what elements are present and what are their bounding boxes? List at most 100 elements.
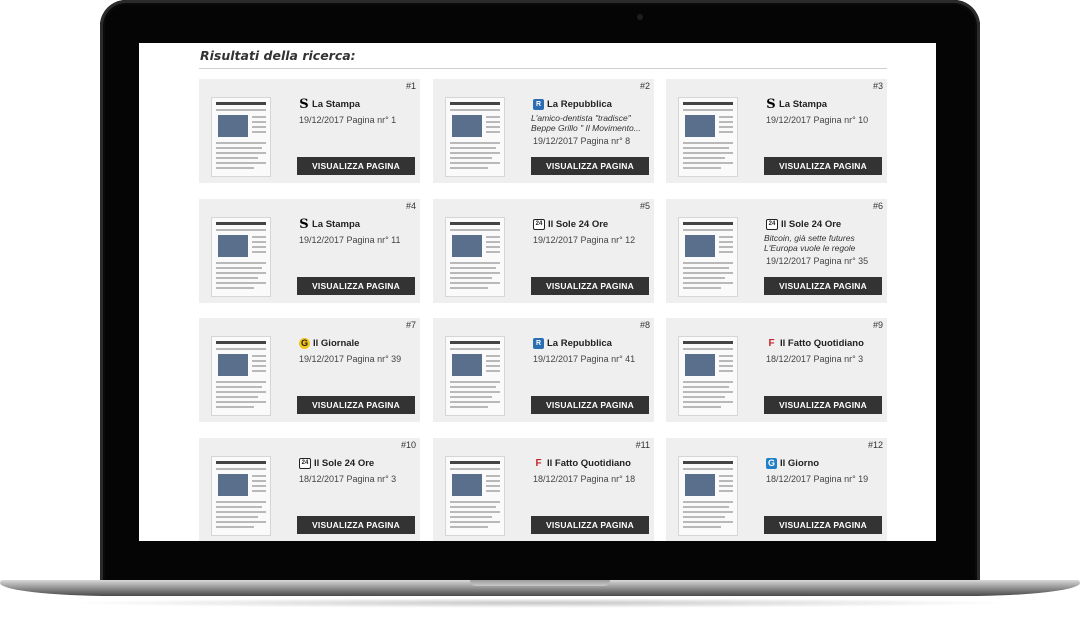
page-thumbnail[interactable] <box>211 97 271 177</box>
publication-name[interactable]: R La Repubblica <box>533 99 612 110</box>
page-thumbnail[interactable] <box>211 217 271 297</box>
result-number: #4 <box>405 201 416 211</box>
page-date: 18/12/2017 Pagina nr° 18 <box>533 474 636 484</box>
view-page-button[interactable]: VISUALIZZA PAGINA <box>297 396 415 414</box>
fatto-logo-icon: F <box>535 458 542 469</box>
repubblica-logo-icon: R <box>533 338 544 349</box>
page-thumbnail[interactable] <box>678 456 738 536</box>
giornale-logo-icon: G <box>299 338 310 349</box>
view-page-button[interactable]: VISUALIZZA PAGINA <box>531 516 649 534</box>
page-thumbnail[interactable] <box>211 336 271 416</box>
result-number: #6 <box>872 201 883 211</box>
result-card: #6 24 Il Sole 24 Ore Bitcoin, già sette fut… <box>666 199 887 303</box>
result-card: #12 G Il Giorno 18/12/2017 Pagina nr° 19 VIS… <box>666 438 887 541</box>
page-thumbnail[interactable] <box>678 217 738 297</box>
page-date: 19/12/2017 Pagina nr° 11 <box>299 235 401 245</box>
page-date: 18/12/2017 Pagina nr° 3 <box>766 354 864 364</box>
result-card: #2 R La Repubblica L'amico-dentista "tradis… <box>433 79 654 183</box>
publication-name[interactable]: 24 Il Sole 24 Ore <box>766 219 841 230</box>
result-card: #4 S La Stampa 19/12/2017 Pagina nr° 11 VISU… <box>199 199 420 303</box>
result-number: #5 <box>639 201 650 211</box>
fatto-logo-icon: F <box>768 338 775 349</box>
screen: Risultati della ricerca: #1 S La Stampa 19/… <box>139 43 936 541</box>
publication-label: Il Giorno <box>780 458 820 469</box>
publication-name[interactable]: G Il Giorno <box>766 458 819 469</box>
result-number: #8 <box>639 320 650 330</box>
result-card: #5 24 Il Sole 24 Ore 19/12/2017 Pagina nr° … <box>433 199 654 303</box>
view-page-button[interactable]: VISUALIZZA PAGINA <box>531 157 649 175</box>
page-thumbnail[interactable] <box>211 456 271 536</box>
result-number: #3 <box>872 81 883 91</box>
result-number: #2 <box>639 81 650 91</box>
article-excerpt: Bitcoin, già sette futures L'Europa vuol… <box>764 233 856 253</box>
sole-logo-icon: 24 <box>766 219 778 230</box>
page-date: 19/12/2017 Pagina nr° 8 <box>533 136 631 146</box>
page-date: 19/12/2017 Pagina nr° 10 <box>766 115 869 125</box>
publication-label: Il Sole 24 Ore <box>548 219 609 230</box>
page-date: 18/12/2017 Pagina nr° 3 <box>299 474 397 484</box>
publication-name[interactable]: R La Repubblica <box>533 338 612 349</box>
view-page-button[interactable]: VISUALIZZA PAGINA <box>764 516 882 534</box>
repubblica-logo-icon: R <box>533 99 544 110</box>
page-thumbnail[interactable] <box>445 336 505 416</box>
webcam-icon <box>637 14 643 20</box>
result-card: #9 F Il Fatto Quotidiano 18/12/2017 Pagina … <box>666 318 887 422</box>
publication-name[interactable]: S La Stampa <box>766 97 828 112</box>
view-page-button[interactable]: VISUALIZZA PAGINA <box>764 396 882 414</box>
result-card: #1 S La Stampa 19/12/2017 Pagina nr° 1 VISUA… <box>199 79 420 183</box>
publication-name[interactable]: S La Stampa <box>299 217 361 232</box>
stampa-logo-icon: S <box>766 97 776 112</box>
publication-label: Il Giornale <box>313 338 360 349</box>
view-page-button[interactable]: VISUALIZZA PAGINA <box>297 277 415 295</box>
page-date: 19/12/2017 Pagina nr° 39 <box>299 354 402 364</box>
page-thumbnail[interactable] <box>678 97 738 177</box>
view-page-button[interactable]: VISUALIZZA PAGINA <box>297 516 415 534</box>
laptop-shadow <box>60 598 1020 608</box>
result-number: #7 <box>405 320 416 330</box>
result-number: #9 <box>872 320 883 330</box>
publication-name[interactable]: F Il Fatto Quotidiano <box>533 458 631 469</box>
result-number: #1 <box>405 81 416 91</box>
result-card: #10 24 Il Sole 24 Ore 18/12/2017 Pagina nr°… <box>199 438 420 541</box>
view-page-button[interactable]: VISUALIZZA PAGINA <box>764 277 882 295</box>
stampa-logo-icon: S <box>299 217 309 232</box>
result-card: #3 S La Stampa 19/12/2017 Pagina nr° 10 VISU… <box>666 79 887 183</box>
article-excerpt: L'amico-dentista "tradisce" Beppe Grillo… <box>531 113 641 133</box>
sole-logo-icon: 24 <box>533 219 545 230</box>
result-card: #7 G Il Giornale 19/12/2017 Pagina nr° 39 VI… <box>199 318 420 422</box>
result-number: #10 <box>400 440 416 450</box>
laptop-hinge-notch <box>470 580 610 586</box>
publication-name[interactable]: 24 Il Sole 24 Ore <box>533 219 608 230</box>
publication-label: La Repubblica <box>547 338 612 349</box>
page-thumbnail[interactable] <box>445 217 505 297</box>
stampa-logo-icon: S <box>299 97 309 112</box>
publication-label: La Stampa <box>779 99 828 110</box>
view-page-button[interactable]: VISUALIZZA PAGINA <box>531 277 649 295</box>
publication-label: La Stampa <box>312 219 361 230</box>
publication-label: Il Fatto Quotidiano <box>547 458 631 469</box>
result-card: #11 F Il Fatto Quotidiano 18/12/2017 Pagina… <box>433 438 654 541</box>
result-card: #8 R La Repubblica 19/12/2017 Pagina nr° 41… <box>433 318 654 422</box>
publication-label: Il Sole 24 Ore <box>314 458 375 469</box>
view-page-button[interactable]: VISUALIZZA PAGINA <box>764 157 882 175</box>
page-date: 18/12/2017 Pagina nr° 19 <box>766 474 869 484</box>
publication-label: Il Fatto Quotidiano <box>780 338 864 349</box>
page-title: Risultati della ricerca: <box>200 48 356 63</box>
page-thumbnail[interactable] <box>445 456 505 536</box>
page-date: 19/12/2017 Pagina nr° 41 <box>533 354 636 364</box>
publication-name[interactable]: G Il Giornale <box>299 338 359 349</box>
page-date: 19/12/2017 Pagina nr° 1 <box>299 115 397 125</box>
view-page-button[interactable]: VISUALIZZA PAGINA <box>297 157 415 175</box>
page-thumbnail[interactable] <box>678 336 738 416</box>
result-number: #11 <box>635 440 650 450</box>
page-date: 19/12/2017 Pagina nr° 12 <box>533 235 636 245</box>
publication-label: La Stampa <box>312 99 361 110</box>
publication-name[interactable]: 24 Il Sole 24 Ore <box>299 458 374 469</box>
view-page-button[interactable]: VISUALIZZA PAGINA <box>531 396 649 414</box>
publication-name[interactable]: S La Stampa <box>299 97 361 112</box>
publication-name[interactable]: F Il Fatto Quotidiano <box>766 338 864 349</box>
title-divider <box>199 68 887 69</box>
giorno-logo-icon: G <box>766 458 777 469</box>
page-thumbnail[interactable] <box>445 97 505 177</box>
publication-label: Il Sole 24 Ore <box>781 219 842 230</box>
